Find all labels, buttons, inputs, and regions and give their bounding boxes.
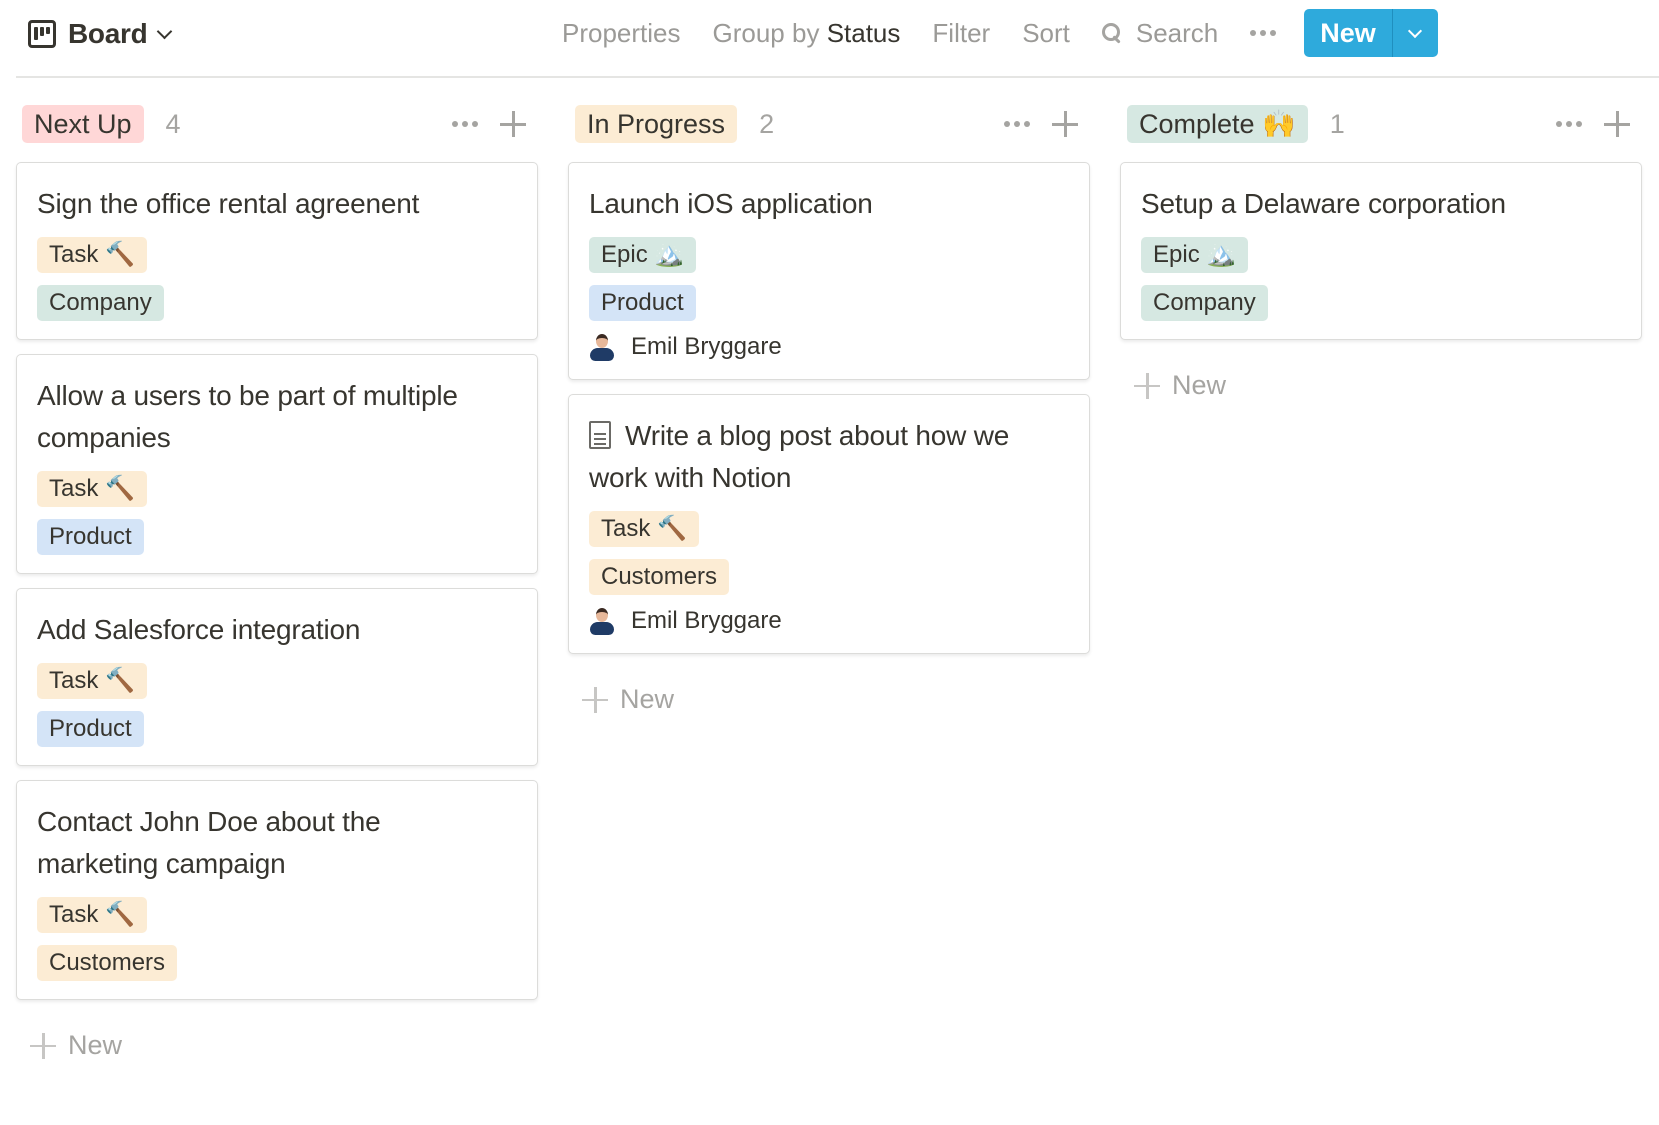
avatar <box>589 607 615 635</box>
tag-area: Customers <box>589 559 730 595</box>
filter-button[interactable]: Filter <box>932 18 990 49</box>
document-icon <box>589 421 611 449</box>
avatar <box>589 333 615 361</box>
tag-area: Product <box>589 285 696 321</box>
tag-area: Customers <box>37 945 178 981</box>
search-label: Search <box>1135 17 1219 48</box>
status-pill[interactable]: In Progress <box>575 105 738 143</box>
tag-area: Product <box>37 711 144 747</box>
card-title: Allow a users to be part of multiple com… <box>37 380 458 453</box>
plus-icon <box>30 1032 56 1059</box>
search-button[interactable]: Search <box>1101 17 1219 49</box>
group-by-value: Status <box>826 17 901 48</box>
assignee-name: Emil Bryggare <box>631 607 782 634</box>
search-icon <box>1101 23 1122 43</box>
column-count: 4 <box>165 108 181 139</box>
board-toolbar: Board Properties Group by Status Filter … <box>16 0 1659 78</box>
add-new-label: New <box>68 1030 123 1060</box>
column-add-button[interactable] <box>1052 111 1078 137</box>
group-by-prefix: Group by <box>712 17 820 48</box>
add-new-label: New <box>620 684 675 714</box>
chevron-down-icon <box>157 23 173 39</box>
card-title: Setup a Delaware corporation <box>1141 188 1506 219</box>
card-title: Launch iOS application <box>589 188 873 219</box>
sort-button[interactable]: Sort <box>1022 18 1070 49</box>
new-button[interactable]: New <box>1304 9 1392 57</box>
tag-area: Company <box>1141 285 1268 321</box>
column-count: 1 <box>1329 108 1345 139</box>
assignee-name: Emil Bryggare <box>631 333 782 360</box>
add-new-card-button[interactable]: New <box>582 684 1090 715</box>
properties-button[interactable]: Properties <box>562 18 681 49</box>
add-new-card-button[interactable]: New <box>1134 370 1642 401</box>
assignee: Emil Bryggare <box>589 333 1069 361</box>
new-button-group: New <box>1304 9 1438 57</box>
column-complete: Complete 🙌 1 Setup a Delaware corporatio… <box>1120 104 1642 401</box>
card-title-text: Write a blog post about how we work with… <box>589 420 1010 493</box>
column-count: 2 <box>759 108 775 139</box>
column-add-button[interactable] <box>1604 111 1630 137</box>
card[interactable]: Allow a users to be part of multiple com… <box>16 354 538 574</box>
column-header: Complete 🙌 1 <box>1120 104 1642 144</box>
column-header: In Progress 2 <box>568 104 1090 144</box>
tag-type: Epic 🏔️ <box>1141 237 1249 273</box>
tag-type: Epic 🏔️ <box>589 237 697 273</box>
add-new-label: New <box>1172 370 1227 400</box>
status-pill[interactable]: Next Up <box>22 105 144 143</box>
new-dropdown-button[interactable] <box>1391 9 1438 57</box>
column-next-up: Next Up 4 Sign the office rental agreene… <box>16 104 538 1061</box>
view-switcher[interactable]: Board <box>28 14 173 54</box>
column-more-button[interactable] <box>452 121 478 127</box>
plus-icon <box>582 686 608 713</box>
view-label: Board <box>68 18 148 49</box>
card[interactable]: Write a blog post about how we work with… <box>568 394 1090 654</box>
add-new-card-button[interactable]: New <box>30 1030 538 1061</box>
tag-type: Task 🔨 <box>37 897 147 933</box>
card[interactable]: Contact John Doe about the marketing cam… <box>16 780 538 1000</box>
card[interactable]: Sign the office rental agreenent Task 🔨 … <box>16 162 538 340</box>
tag-area: Company <box>37 285 164 321</box>
column-more-button[interactable] <box>1004 121 1030 127</box>
column-more-button[interactable] <box>1556 121 1582 127</box>
card[interactable]: Add Salesforce integration Task 🔨 Produc… <box>16 588 538 766</box>
card[interactable]: Launch iOS application Epic 🏔️ Product E… <box>568 162 1090 380</box>
board-view-icon <box>28 20 56 48</box>
column-add-button[interactable] <box>500 111 526 137</box>
card-title: Contact John Doe about the marketing cam… <box>37 806 381 879</box>
more-icon <box>1250 30 1257 36</box>
tag-type: Task 🔨 <box>37 663 147 699</box>
column-in-progress: In Progress 2 Launch iOS application Epi… <box>568 104 1090 715</box>
status-pill[interactable]: Complete 🙌 <box>1127 105 1308 143</box>
more-options-button[interactable] <box>1250 30 1277 36</box>
group-by-button[interactable]: Group by Status <box>713 18 901 49</box>
card-title: Write a blog post about how we work with… <box>589 415 1029 499</box>
column-header: Next Up 4 <box>16 104 538 144</box>
card-title: Add Salesforce integration <box>37 614 361 645</box>
tag-type: Task 🔨 <box>37 237 147 273</box>
tag-area: Product <box>37 519 144 555</box>
chevron-down-icon <box>1408 23 1423 38</box>
tag-type: Task 🔨 <box>37 471 147 507</box>
tag-type: Task 🔨 <box>589 511 699 547</box>
card-title: Sign the office rental agreenent <box>37 188 420 219</box>
assignee: Emil Bryggare <box>589 607 1069 635</box>
plus-icon <box>1134 372 1160 399</box>
card[interactable]: Setup a Delaware corporation Epic 🏔️ Com… <box>1120 162 1642 340</box>
